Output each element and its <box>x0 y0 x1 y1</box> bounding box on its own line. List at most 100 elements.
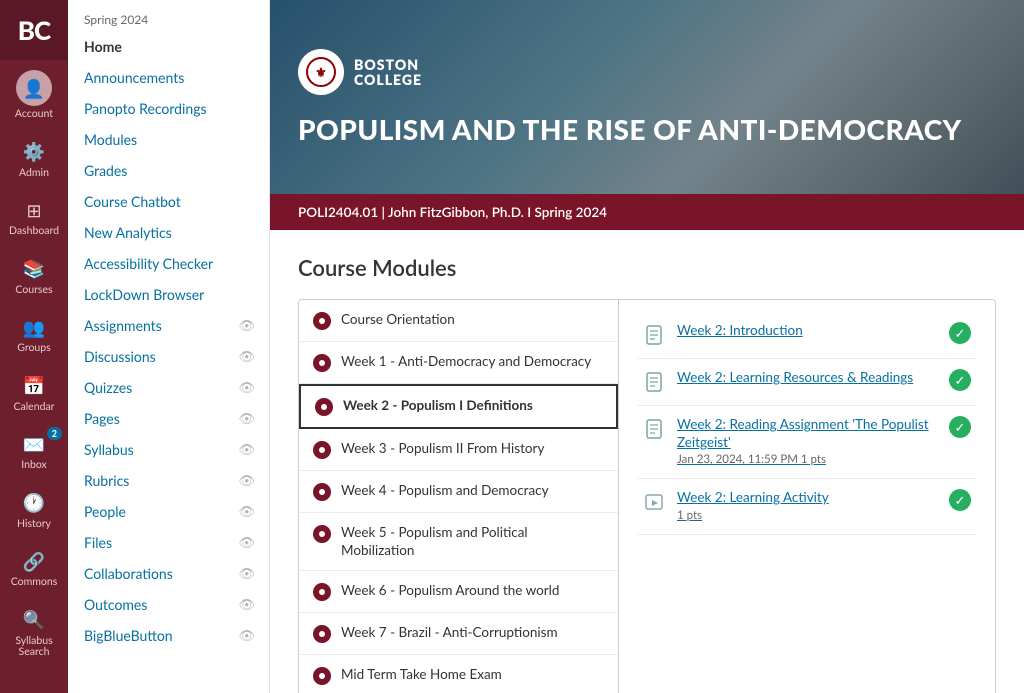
dashboard-label: Dashboard <box>9 226 59 238</box>
module-item-m2[interactable]: Week 1 - Anti-Democracy and Democracy <box>299 342 618 384</box>
nav-item-admin[interactable]: ⚙️ Admin <box>0 129 68 188</box>
syllabus-search-label: Syllabus Search <box>4 636 64 659</box>
module-item-m6[interactable]: Week 5 - Populism and Political Mobiliza… <box>299 513 618 571</box>
detail-type-icon <box>643 369 665 395</box>
groups-icon: 👥 <box>21 314 47 340</box>
module-item-m3[interactable]: Week 2 - Populism I Definitions <box>299 384 618 429</box>
detail-item-subtext: Jan 23, 2024, 11:59 PM 1 pts <box>677 453 937 468</box>
nav-item-groups[interactable]: 👥 Groups <box>0 304 68 363</box>
detail-item-link[interactable]: Week 2: Learning Activity1 pts <box>677 489 937 523</box>
course-nav-item-announcements[interactable]: Announcements <box>68 62 269 93</box>
course-nav-item-assignments[interactable]: Assignments 👁 <box>68 310 269 341</box>
module-dot-icon <box>313 525 331 543</box>
course-nav-item-outcomes[interactable]: Outcomes 👁 <box>68 589 269 620</box>
course-nav-item-grades[interactable]: Grades <box>68 155 269 186</box>
college-name: BOSTON COLLEGE <box>354 57 422 88</box>
visibility-icon[interactable]: 👁 <box>238 472 255 489</box>
nav-item-dashboard[interactable]: ⊞ Dashboard <box>0 187 68 246</box>
nav-item-calendar[interactable]: 📅 Calendar <box>0 363 68 422</box>
commons-icon: 🔗 <box>21 548 47 574</box>
course-nav-item-accessibility[interactable]: Accessibility Checker <box>68 248 269 279</box>
inbox-badge: 2 <box>47 427 62 440</box>
course-nav-item-label: Syllabus <box>84 441 134 458</box>
visibility-icon[interactable]: 👁 <box>238 503 255 520</box>
module-detail: Week 2: Introduction✓Week 2: Learning Re… <box>619 300 995 693</box>
nav-item-courses[interactable]: 📚 Courses <box>0 246 68 305</box>
course-nav-item-modules[interactable]: Modules <box>68 124 269 155</box>
history-label: History <box>17 519 51 531</box>
detail-item-d4[interactable]: Week 2: Learning Activity1 pts✓ <box>637 479 977 534</box>
visibility-icon[interactable]: 👁 <box>238 441 255 458</box>
course-nav-item-label: Assignments <box>84 317 162 334</box>
detail-item-link[interactable]: Week 2: Learning Resources & Readings <box>677 369 937 387</box>
nav-item-history[interactable]: 🕐 History <box>0 480 68 539</box>
visibility-icon[interactable]: 👁 <box>238 596 255 613</box>
visibility-icon[interactable]: 👁 <box>238 317 255 334</box>
course-nav-item-label: Rubrics <box>84 472 129 489</box>
course-nav-item-pages[interactable]: Pages👁 <box>68 403 269 434</box>
module-item-label: Mid Term Take Home Exam <box>341 666 604 684</box>
nav-item-commons[interactable]: 🔗 Commons <box>0 538 68 597</box>
course-nav-item-syllabus[interactable]: Syllabus 👁 <box>68 434 269 465</box>
detail-item-d3[interactable]: Week 2: Reading Assignment 'The Populist… <box>637 406 977 479</box>
module-item-label: Week 4 - Populism and Democracy <box>341 482 604 500</box>
course-nav-item-files[interactable]: Files 👁 <box>68 527 269 558</box>
visibility-icon[interactable]: 👁 <box>238 565 255 582</box>
commons-label: Commons <box>11 577 58 589</box>
module-item-m7[interactable]: Week 6 - Populism Around the world <box>299 571 618 613</box>
nav-item-account[interactable]: 👤 Account <box>0 60 68 129</box>
visibility-icon[interactable]: 👁 <box>238 348 255 365</box>
nav-item-inbox[interactable]: ✉️ 2 Inbox <box>0 421 68 480</box>
visibility-icon[interactable]: 👁 <box>238 627 255 644</box>
visibility-icon[interactable]: 👁 <box>238 410 255 427</box>
module-item-m4[interactable]: Week 3 - Populism II From History <box>299 429 618 471</box>
course-nav-item-label: Files <box>84 534 112 551</box>
calendar-label: Calendar <box>13 402 54 414</box>
course-nav-item-bigbluebutton[interactable]: BigBlueButton👁 <box>68 620 269 651</box>
nav-item-syllabus-search[interactable]: 🔍 Syllabus Search <box>0 597 68 667</box>
account-label: Account <box>15 109 53 121</box>
course-nav-item-label: Outcomes <box>84 596 147 613</box>
module-item-label: Week 1 - Anti-Democracy and Democracy <box>341 353 604 371</box>
course-nav-item-rubrics[interactable]: Rubrics 👁 <box>68 465 269 496</box>
module-item-label: Week 7 - Brazil - Anti-Corruptionism <box>341 624 604 642</box>
course-nav-item-label: Grades <box>84 162 127 179</box>
module-item-m1[interactable]: Course Orientation <box>299 300 618 342</box>
course-subtitle: POLI2404.01 | John FitzGibbon, Ph.D. I S… <box>270 194 1024 230</box>
module-item-m5[interactable]: Week 4 - Populism and Democracy <box>299 471 618 513</box>
detail-type-icon <box>643 322 665 348</box>
course-nav-item-discussions[interactable]: Discussions👁 <box>68 341 269 372</box>
calendar-icon: 📅 <box>21 373 47 399</box>
course-nav-item-panopto[interactable]: Panopto Recordings <box>68 93 269 124</box>
course-nav-item-lockdown[interactable]: LockDown Browser <box>68 279 269 310</box>
module-item-m9[interactable]: Mid Term Take Home Exam <box>299 655 618 693</box>
svg-text:⚜: ⚜ <box>315 64 327 80</box>
module-dot-icon <box>313 312 331 330</box>
detail-item-d2[interactable]: Week 2: Learning Resources & Readings ✓ <box>637 359 977 406</box>
module-item-label: Course Orientation <box>341 311 604 329</box>
course-nav-item-chatbot[interactable]: Course Chatbot <box>68 186 269 217</box>
course-nav-item-home[interactable]: Home <box>68 31 269 62</box>
course-nav-item-collaborations[interactable]: Collaborations👁 <box>68 558 269 589</box>
modules-section: Course Modules Course OrientationWeek 1 … <box>270 230 1024 693</box>
module-item-label: Week 3 - Populism II From History <box>341 440 604 458</box>
course-nav-item-quizzes[interactable]: Quizzes👁 <box>68 372 269 403</box>
history-icon: 🕐 <box>21 490 47 516</box>
admin-icon: ⚙️ <box>21 139 47 165</box>
detail-item-link[interactable]: Week 2: Reading Assignment 'The Populist… <box>677 416 937 468</box>
course-nav-item-label: Announcements <box>84 69 184 86</box>
detail-item-check: ✓ <box>949 369 971 391</box>
course-banner: ⚜ BOSTON COLLEGE POPULISM AND THE RISE O… <box>270 0 1024 230</box>
course-nav-item-people[interactable]: People👁 <box>68 496 269 527</box>
module-item-m8[interactable]: Week 7 - Brazil - Anti-Corruptionism <box>299 613 618 655</box>
visibility-icon[interactable]: 👁 <box>238 534 255 551</box>
visibility-icon[interactable]: 👁 <box>238 379 255 396</box>
module-dot-icon <box>313 667 331 685</box>
course-nav: Spring 2024 HomeAnnouncementsPanopto Rec… <box>68 0 270 693</box>
course-nav-item-label: Home <box>84 38 122 55</box>
detail-item-link[interactable]: Week 2: Introduction <box>677 322 937 340</box>
detail-item-d1[interactable]: Week 2: Introduction✓ <box>637 312 977 359</box>
course-nav-item-label: Course Chatbot <box>84 193 181 210</box>
module-item-label: Week 5 - Populism and Political Mobiliza… <box>341 524 604 559</box>
course-nav-item-new-analytics[interactable]: New Analytics <box>68 217 269 248</box>
